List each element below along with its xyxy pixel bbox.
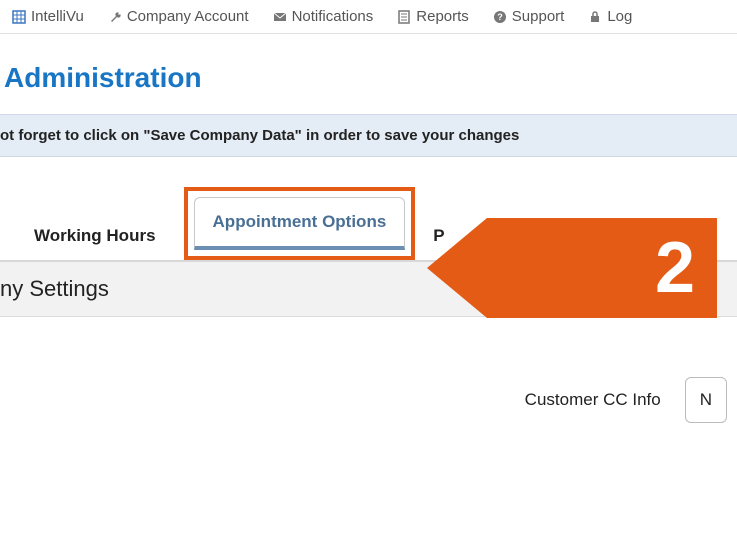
- nav-reports[interactable]: Reports: [397, 8, 469, 25]
- callout-number: 2: [655, 232, 695, 304]
- nav-notifications[interactable]: Notifications: [273, 8, 374, 25]
- nav-label: Log: [607, 8, 632, 25]
- cc-info-label: Customer CC Info: [525, 390, 661, 410]
- wrench-icon: [108, 10, 122, 24]
- svg-text:?: ?: [497, 12, 503, 22]
- callout-body: 2: [487, 218, 717, 318]
- highlight-box: Appointment Options: [184, 187, 416, 260]
- callout-arrow: 2: [427, 218, 717, 318]
- nav-support[interactable]: ? Support: [493, 8, 565, 25]
- form-row-cc: Customer CC Info N: [0, 317, 737, 423]
- page-title: Administration: [0, 34, 737, 114]
- nav-label: Support: [512, 8, 565, 25]
- warning-bar: ot forget to click on "Save Company Data…: [0, 114, 737, 157]
- nav-label: Notifications: [292, 8, 374, 25]
- nav-company-account[interactable]: Company Account: [108, 8, 249, 25]
- nav-log[interactable]: Log: [588, 8, 632, 25]
- tab-appointment-options[interactable]: Appointment Options: [194, 197, 406, 250]
- top-nav: IntelliVu Company Account Notifications …: [0, 0, 737, 34]
- callout-point: [427, 218, 487, 318]
- cc-info-button[interactable]: N: [685, 377, 727, 423]
- page-icon: [397, 10, 411, 24]
- grid-icon: [12, 10, 26, 24]
- tab-working-hours[interactable]: Working Hours: [14, 212, 176, 260]
- nav-intellivu[interactable]: IntelliVu: [12, 8, 84, 25]
- lock-icon: [588, 10, 602, 24]
- nav-label: IntelliVu: [31, 8, 84, 25]
- mail-icon: [273, 10, 287, 24]
- question-icon: ?: [493, 10, 507, 24]
- nav-label: Company Account: [127, 8, 249, 25]
- nav-label: Reports: [416, 8, 469, 25]
